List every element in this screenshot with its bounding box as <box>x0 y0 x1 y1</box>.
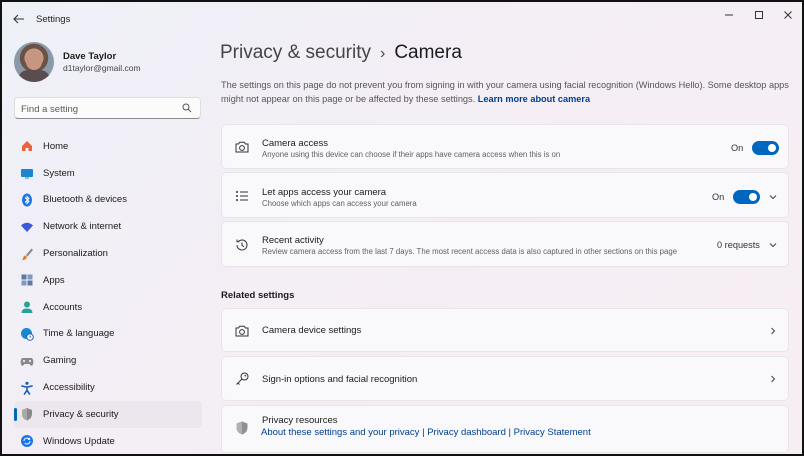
page-description: The settings on this page do not prevent… <box>221 79 796 106</box>
sidebar-item-label: Privacy & security <box>43 408 119 420</box>
learn-more-link[interactable]: Learn more about camera <box>478 94 590 104</box>
chevron-down-icon[interactable] <box>768 192 778 202</box>
controller-icon <box>20 354 34 368</box>
chevron-right-icon <box>771 375 776 383</box>
privacy-statement-link[interactable]: Privacy Statement <box>514 427 591 438</box>
privacy-dashboard-link[interactable]: Privacy dashboard <box>427 427 506 438</box>
key-icon <box>236 372 249 385</box>
sidebar-item-bluetooth[interactable]: Bluetooth & devices <box>14 187 202 214</box>
arrow-left-icon <box>13 14 24 24</box>
monitor-icon <box>20 166 34 180</box>
related-settings-heading: Related settings <box>221 290 295 301</box>
update-icon <box>20 434 34 448</box>
about-settings-link[interactable]: About these settings and your privacy <box>261 427 419 438</box>
person-icon <box>20 300 34 314</box>
apps-access-state: On <box>712 192 725 202</box>
sidebar-item-windows-update[interactable]: Windows Update <box>14 428 202 454</box>
camera-icon <box>235 325 249 337</box>
sidebar-item-accessibility[interactable]: Accessibility <box>14 374 202 401</box>
settings-window: Settings Dave Taylor d1taylor@gmail.com <box>0 0 804 456</box>
sidebar-item-accounts[interactable]: Accounts <box>14 294 202 321</box>
camera-device-settings-title: Camera device settings <box>262 325 362 336</box>
title-bar: Settings <box>2 2 802 36</box>
sidebar-item-time-language[interactable]: Time & language <box>14 321 202 348</box>
maximize-button[interactable] <box>745 8 773 22</box>
sidebar-item-label: System <box>43 167 75 179</box>
camera-access-state: On <box>731 143 744 153</box>
sidebar-item-gaming[interactable]: Gaming <box>14 347 202 374</box>
user-email: d1taylor@gmail.com <box>63 63 141 73</box>
recent-activity-title: Recent activity <box>262 235 324 246</box>
apps-access-subtitle: Choose which apps can access your camera <box>262 199 417 208</box>
sidebar-item-label: Network & internet <box>43 221 122 233</box>
camera-access-title: Camera access <box>262 138 328 149</box>
sidebar-item-label: Personalization <box>43 248 108 260</box>
user-name: Dave Taylor <box>63 51 117 62</box>
privacy-links: About these settings and your privacy | … <box>261 427 591 438</box>
avatar <box>14 42 54 82</box>
sidebar-item-label: Time & language <box>43 328 115 340</box>
user-profile[interactable]: Dave Taylor d1taylor@gmail.com <box>14 42 204 82</box>
back-button[interactable] <box>10 10 28 28</box>
shield-icon <box>236 421 248 435</box>
minimize-button[interactable] <box>715 8 743 22</box>
recent-activity-card[interactable]: Recent activity Review camera access fro… <box>221 221 789 267</box>
chevron-right-icon <box>771 327 776 335</box>
breadcrumb: Privacy & security › Camera <box>220 42 462 64</box>
sidebar-nav: Home System Bluetooth & devices Network … <box>14 133 202 454</box>
link-divider: | <box>508 427 511 438</box>
sidebar-item-label: Apps <box>43 274 65 286</box>
sidebar-item-label: Accounts <box>43 301 83 313</box>
bluetooth-icon <box>20 193 34 207</box>
camera-device-settings-card[interactable]: Camera device settings <box>221 308 789 352</box>
search-icon[interactable] <box>182 103 192 113</box>
sidebar-item-label: Gaming <box>43 355 77 367</box>
signin-options-card[interactable]: Sign-in options and facial recognition <box>221 356 789 401</box>
sidebar-item-system[interactable]: System <box>14 160 202 187</box>
breadcrumb-separator: › <box>379 45 386 62</box>
camera-access-subtitle: Anyone using this device can choose if t… <box>262 150 561 159</box>
apps-icon <box>20 273 34 287</box>
sidebar-item-home[interactable]: Home <box>14 133 202 160</box>
link-divider: | <box>422 427 425 438</box>
signin-options-title: Sign-in options and facial recognition <box>262 374 418 385</box>
sidebar-item-label: Home <box>43 140 69 152</box>
search-box[interactable] <box>14 97 201 119</box>
camera-access-card: Camera access Anyone using this device c… <box>221 124 789 169</box>
accessibility-icon <box>20 381 34 395</box>
globe-clock-icon <box>20 327 34 341</box>
home-icon <box>20 139 34 153</box>
sidebar-item-apps[interactable]: Apps <box>14 267 202 294</box>
sidebar-item-network[interactable]: Network & internet <box>14 213 202 240</box>
apps-access-toggle[interactable] <box>733 190 760 204</box>
sidebar-item-label: Windows Update <box>43 435 115 447</box>
brush-icon <box>20 247 34 261</box>
page-title: Camera <box>394 42 462 63</box>
camera-access-toggle[interactable] <box>752 141 779 155</box>
close-icon <box>784 11 792 19</box>
chevron-down-icon[interactable] <box>768 240 778 250</box>
maximize-icon <box>755 11 763 19</box>
recent-activity-state: 0 requests <box>717 240 760 250</box>
recent-activity-subtitle: Review camera access from the last 7 day… <box>262 247 678 256</box>
shield-icon <box>20 407 34 421</box>
apps-access-title: Let apps access your camera <box>262 187 387 198</box>
history-icon <box>236 239 248 251</box>
app-title: Settings <box>36 14 71 25</box>
apps-access-card[interactable]: Let apps access your camera Choose which… <box>221 172 789 218</box>
breadcrumb-parent[interactable]: Privacy & security <box>220 42 371 63</box>
sidebar-item-privacy-security[interactable]: Privacy & security <box>14 400 202 428</box>
close-button[interactable] <box>774 8 802 22</box>
privacy-resources-title: Privacy resources <box>262 415 338 426</box>
search-input[interactable] <box>21 102 171 116</box>
minimize-icon <box>725 14 733 16</box>
camera-icon <box>235 141 249 153</box>
sidebar-item-label: Bluetooth & devices <box>43 194 127 206</box>
sidebar-item-label: Accessibility <box>43 382 95 394</box>
wifi-icon <box>20 220 34 234</box>
sidebar-item-personalization[interactable]: Personalization <box>14 240 202 267</box>
list-icon <box>236 191 248 201</box>
